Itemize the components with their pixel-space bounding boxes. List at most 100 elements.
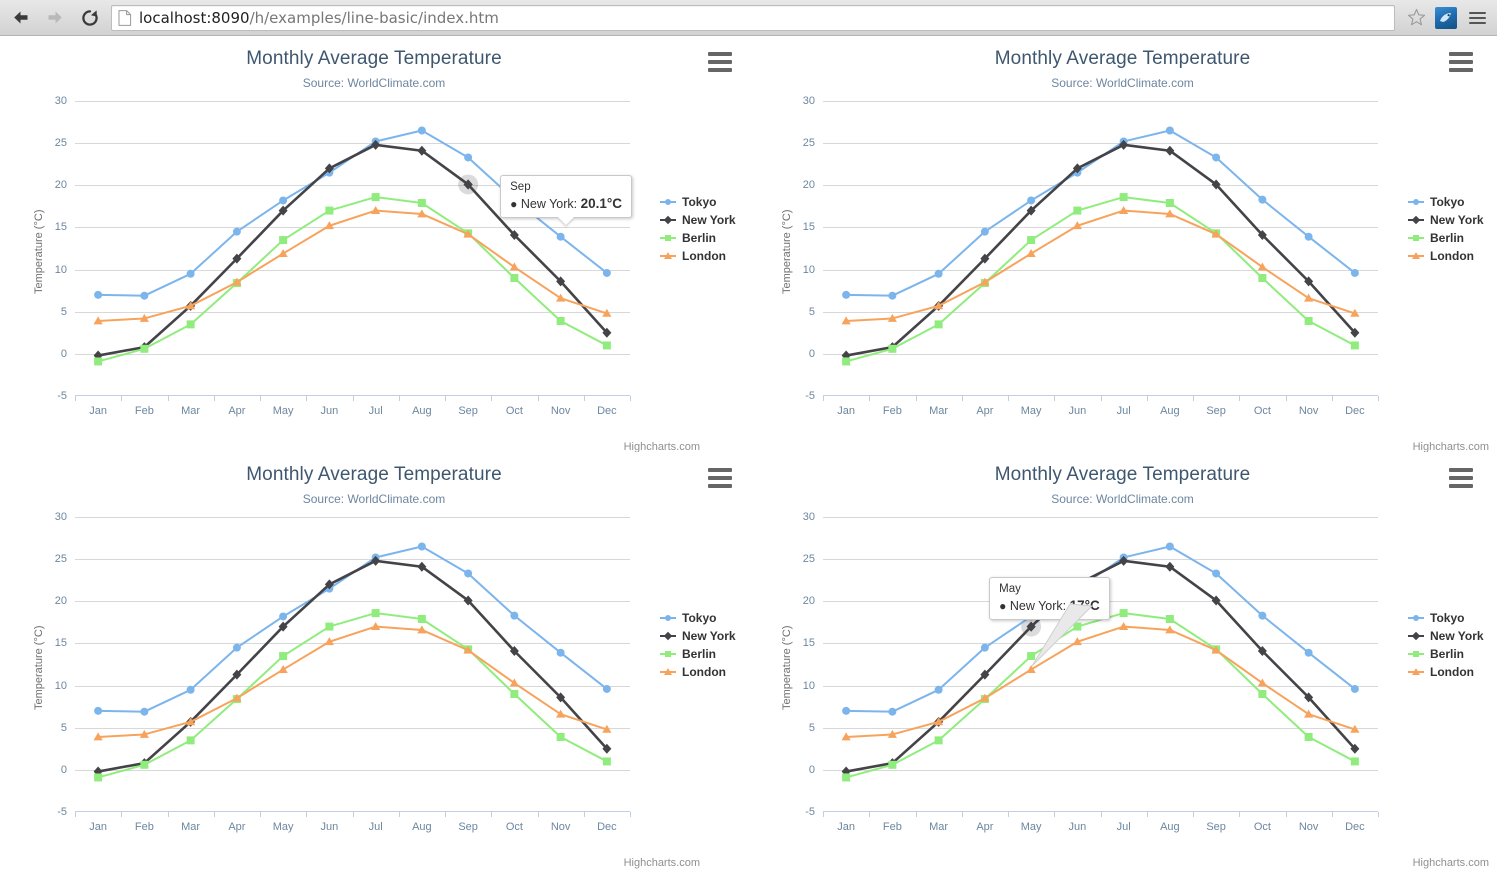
y-axis-tick-label: 15 <box>54 637 67 650</box>
x-axis-tick <box>583 812 585 817</box>
x-axis-tick <box>630 396 631 401</box>
legend-item-london[interactable]: London <box>660 248 736 264</box>
y-axis-tick-label: 15 <box>54 221 67 234</box>
x-axis-tick <box>1331 812 1333 817</box>
x-axis-tick-label: May <box>272 405 294 417</box>
legend-label: Tokyo <box>682 610 717 625</box>
chart-tooltip: Sep ● New York: 20.1°C <box>500 175 633 226</box>
y-axis-tick-label: 25 <box>54 137 67 150</box>
chart-title: Monthly Average Temperature <box>994 464 1251 485</box>
reload-button[interactable] <box>75 3 105 33</box>
x-axis-tick <box>167 396 169 401</box>
legend-symbol-icon <box>1408 214 1424 226</box>
x-axis-tick-label: Sep <box>1206 405 1226 417</box>
legend-label: Berlin <box>682 230 717 245</box>
x-axis-tick-label: Dec <box>597 405 617 417</box>
tooltip-series-dot-icon: ● <box>510 197 518 212</box>
plot-area: -5 0 5 10 15 20 25 30 Jan Feb Mar Apr May Jun Jul Aug Se… <box>55 511 631 833</box>
chart-title: Monthly Average Temperature <box>246 464 502 485</box>
x-axis-tick <box>398 396 400 401</box>
highcharts-credits[interactable]: Highcharts.com <box>1413 441 1489 452</box>
legend-item-berlin[interactable]: Berlin <box>660 230 736 246</box>
highcharts-credits[interactable]: Highcharts.com <box>624 857 700 869</box>
y-axis-tick-label: 30 <box>54 511 67 523</box>
x-axis-tick-label: Jan <box>89 405 107 417</box>
series-new-york[interactable] <box>841 139 1360 361</box>
legend-item-london[interactable]: London <box>1408 248 1484 264</box>
x-axis-tick <box>306 812 308 817</box>
legend-item-new-york[interactable]: New York <box>660 628 736 644</box>
x-axis-tick-label: Jul <box>1116 821 1131 833</box>
legend-item-new-york[interactable]: New York <box>1408 212 1484 228</box>
x-axis-tick-label: May <box>272 821 294 833</box>
x-axis-tick <box>445 812 446 817</box>
export-menu-icon[interactable] <box>708 468 732 488</box>
legend-item-tokyo[interactable]: Tokyo <box>1408 610 1484 626</box>
x-axis-tick <box>306 396 308 401</box>
highcharts-credits[interactable]: Highcharts.com <box>1413 857 1489 869</box>
extension-icon[interactable] <box>1435 6 1457 29</box>
legend-item-berlin[interactable]: Berlin <box>1408 646 1484 662</box>
x-axis-tick-label: Mar <box>929 405 949 417</box>
legend-item-new-york[interactable]: New York <box>1408 628 1484 644</box>
x-axis-tick-label: Jan <box>837 821 855 833</box>
legend-item-tokyo[interactable]: Tokyo <box>1408 194 1484 210</box>
export-menu-icon[interactable] <box>1449 468 1473 488</box>
forward-button[interactable] <box>40 3 70 33</box>
x-axis-tick-label: May <box>1020 821 1042 833</box>
x-axis-tick <box>352 812 354 817</box>
x-axis-tick <box>1378 812 1379 817</box>
x-axis-tick <box>75 812 76 817</box>
tooltip-pointer <box>1031 603 1094 666</box>
chart-bottom-right: Monthly Average Temperature Source: World… <box>748 452 1497 870</box>
legend-item-new-york[interactable]: New York <box>660 212 736 228</box>
y-axis-title: Temperature (°C) <box>33 209 45 294</box>
x-axis-tick-label: Sep <box>1206 821 1226 833</box>
x-axis-tick-label: Aug <box>412 821 432 833</box>
chart-subtitle: Source: WorldClimate.com <box>302 76 446 90</box>
y-axis-tick-label: 5 <box>808 305 815 318</box>
legend-item-london[interactable]: London <box>1408 664 1484 680</box>
url-text: localhost:8090/h/examples/line-basic/ind… <box>139 9 499 27</box>
highcharts-credits[interactable]: Highcharts.com <box>624 441 700 452</box>
x-axis-tick <box>445 396 446 401</box>
x-axis-tick-label: Apr <box>976 821 994 833</box>
legend-symbol-icon <box>660 666 676 678</box>
export-menu-icon[interactable] <box>1449 52 1473 72</box>
back-button[interactable] <box>5 3 35 33</box>
series-london[interactable] <box>93 621 612 741</box>
x-axis-tick <box>537 396 539 401</box>
series-tokyo[interactable] <box>842 126 1359 300</box>
chart-subtitle: Source: WorldClimate.com <box>1051 492 1194 506</box>
bookmark-button[interactable] <box>1403 5 1429 31</box>
y-axis-tick-label: 20 <box>54 595 67 608</box>
x-axis-tick-label: Oct <box>505 405 523 417</box>
x-axis-tick <box>869 812 871 817</box>
address-bar[interactable]: localhost:8090/h/examples/line-basic/ind… <box>111 4 1395 31</box>
legend-item-tokyo[interactable]: Tokyo <box>660 610 736 626</box>
legend-item-berlin[interactable]: Berlin <box>1408 230 1484 246</box>
export-menu-icon[interactable] <box>708 52 732 72</box>
series-tokyo[interactable] <box>94 542 611 716</box>
chrome-menu-button[interactable] <box>1463 3 1491 33</box>
x-axis-tick <box>583 396 585 401</box>
legend-item-berlin[interactable]: Berlin <box>660 646 736 662</box>
x-axis-tick-label: Nov <box>1298 821 1319 833</box>
chart-grid: Monthly Average Temperature Source: World… <box>0 36 1497 870</box>
legend-item-tokyo[interactable]: Tokyo <box>660 194 736 210</box>
x-axis-tick-label: Apr <box>228 821 246 833</box>
y-axis-tick-label: 5 <box>60 721 67 734</box>
series-new-york[interactable] <box>93 139 612 361</box>
y-axis-tick-label: 0 <box>808 763 815 776</box>
x-axis-tick <box>1008 396 1009 401</box>
x-axis-tick <box>491 396 493 401</box>
series-london[interactable] <box>841 205 1360 325</box>
legend-item-london[interactable]: London <box>660 664 736 680</box>
y-axis-tick-label: -5 <box>805 806 815 818</box>
y-axis-tick-label: 30 <box>54 95 67 107</box>
series-new-york[interactable] <box>93 555 612 777</box>
x-axis-tick <box>1146 396 1148 401</box>
legend-label: New York <box>1430 212 1484 227</box>
x-axis-tick-label: Feb <box>882 821 902 833</box>
series-london[interactable] <box>93 205 612 325</box>
